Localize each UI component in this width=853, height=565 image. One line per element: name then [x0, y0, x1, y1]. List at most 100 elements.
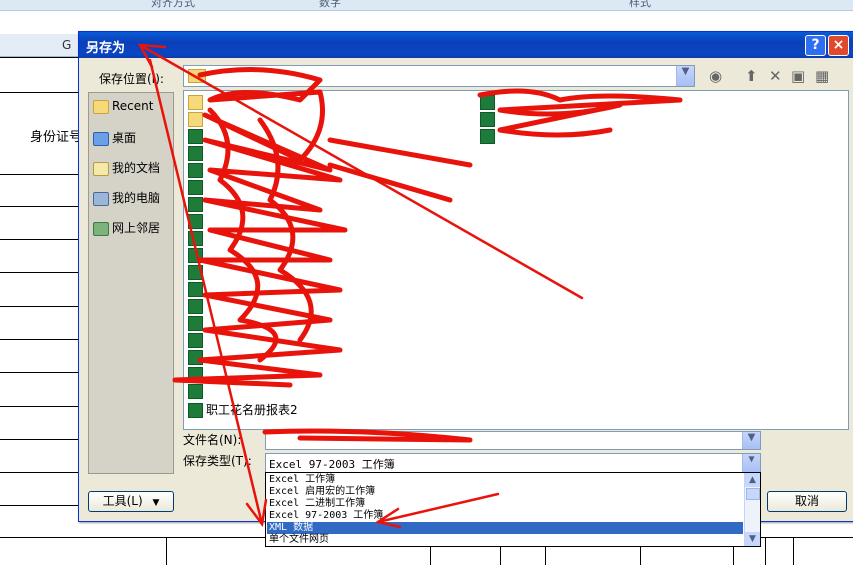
- table-cell-border: [793, 538, 794, 565]
- up-folder-icon[interactable]: ⬆: [745, 67, 758, 85]
- file-item[interactable]: [188, 350, 206, 366]
- file-item[interactable]: [188, 299, 206, 315]
- place-recent[interactable]: Recent: [93, 99, 173, 119]
- file-item[interactable]: [188, 248, 206, 264]
- cancel-button[interactable]: 取消: [767, 491, 847, 512]
- file-item[interactable]: [188, 367, 206, 383]
- file-type-value: Excel 97-2003 工作簿: [269, 458, 395, 471]
- file-type-option[interactable]: 单个文件网页: [267, 534, 743, 546]
- place-label: 网上邻居: [112, 221, 161, 235]
- grid-line: [0, 439, 78, 440]
- file-type-label: 保存类型(T):: [183, 454, 252, 468]
- file-item[interactable]: [188, 214, 206, 230]
- desktop-icon: [93, 131, 109, 146]
- column-header-g[interactable]: G: [62, 38, 71, 52]
- save-in-combo[interactable]: ▼: [183, 65, 695, 87]
- file-item[interactable]: [188, 316, 206, 332]
- file-type-option-selected[interactable]: XML 数据: [267, 522, 743, 534]
- file-type-option[interactable]: Excel 工作簿: [267, 474, 743, 486]
- file-item[interactable]: [188, 197, 206, 213]
- file-name-label: 文件名(N):: [183, 433, 242, 447]
- place-desktop[interactable]: 桌面: [93, 129, 173, 149]
- file-item[interactable]: [188, 231, 206, 247]
- grid-line: [0, 92, 78, 93]
- network-icon: [93, 221, 109, 236]
- excel-file-icon: [188, 163, 203, 178]
- cell-id-number-header[interactable]: 身份证号: [30, 126, 82, 145]
- chevron-down-icon[interactable]: ▼: [742, 454, 760, 472]
- grid-line: [0, 339, 78, 340]
- place-network[interactable]: 网上邻居: [93, 219, 173, 239]
- file-item[interactable]: [188, 282, 206, 298]
- dialog-titlebar[interactable]: 另存为 ? ×: [79, 32, 853, 58]
- grid-line: [0, 505, 78, 506]
- place-label: 我的电脑: [112, 191, 161, 205]
- file-list[interactable]: 职工花名册报表2: [183, 90, 849, 430]
- file-item[interactable]: [480, 95, 498, 111]
- excel-file-icon: [188, 384, 203, 399]
- folder-icon: [188, 112, 203, 127]
- file-item[interactable]: 职工花名册报表2: [188, 401, 298, 418]
- excel-file-icon: [188, 316, 203, 331]
- excel-file-icon: [188, 367, 203, 382]
- tools-label: 工具(L): [102, 494, 143, 508]
- dropdown-scrollbar[interactable]: ▲ ▼: [744, 473, 760, 546]
- file-item[interactable]: [188, 384, 206, 400]
- file-item[interactable]: [188, 112, 206, 128]
- grid-line: [0, 239, 78, 240]
- tools-button[interactable]: 工具(L) ▼: [88, 491, 174, 512]
- new-folder-icon[interactable]: ▣: [791, 67, 805, 85]
- grid-line: [0, 306, 78, 307]
- file-item[interactable]: [188, 333, 206, 349]
- file-item[interactable]: [188, 129, 206, 145]
- table-cell-border: [765, 538, 766, 565]
- back-icon[interactable]: ◉: [709, 67, 722, 85]
- grid-line: [0, 206, 78, 207]
- place-my-documents[interactable]: 我的文档: [93, 159, 173, 179]
- file-item[interactable]: [188, 163, 206, 179]
- dialog-title: 另存为: [86, 41, 126, 56]
- save-as-dialog: 另存为 ? × 保存位置(I): ▼ ◉ ⬆ ✕ ▣ ▦ Recent 桌面 我…: [78, 31, 853, 547]
- folder-icon: [188, 69, 206, 83]
- ribbon-group-alignment: 对齐方式: [151, 0, 195, 9]
- place-label: 我的文档: [112, 161, 161, 175]
- grid-line: [0, 472, 78, 473]
- scroll-thumb[interactable]: [746, 488, 760, 500]
- excel-file-icon: [480, 129, 495, 144]
- file-type-option[interactable]: Excel 97-2003 工作簿: [267, 510, 743, 522]
- file-item[interactable]: [188, 180, 206, 196]
- folder-icon: [188, 95, 203, 110]
- close-button[interactable]: ×: [828, 35, 849, 56]
- grid-line: [0, 57, 78, 58]
- grid-line: [0, 372, 78, 373]
- scroll-down-icon[interactable]: ▼: [745, 532, 760, 546]
- file-item[interactable]: [480, 112, 498, 128]
- excel-file-icon: [188, 231, 203, 246]
- file-type-select[interactable]: Excel 97-2003 工作簿 ▼: [265, 453, 761, 473]
- scroll-up-icon[interactable]: ▲: [745, 473, 760, 487]
- file-type-option[interactable]: Excel 启用宏的工作簿: [267, 486, 743, 498]
- chevron-down-icon: ▼: [152, 498, 160, 508]
- chevron-down-icon[interactable]: ▼: [742, 432, 760, 449]
- file-item[interactable]: [188, 95, 206, 111]
- place-my-computer[interactable]: 我的电脑: [93, 189, 173, 209]
- views-icon[interactable]: ▦: [815, 67, 829, 85]
- excel-file-icon: [188, 333, 203, 348]
- file-item-label: 职工花名册报表2: [206, 403, 298, 417]
- file-name-input[interactable]: ▼: [265, 431, 761, 450]
- file-item[interactable]: [188, 265, 206, 281]
- excel-file-icon: [188, 146, 203, 161]
- help-button[interactable]: ?: [805, 35, 826, 56]
- excel-file-icon: [188, 350, 203, 365]
- chevron-down-icon[interactable]: ▼: [676, 66, 694, 86]
- file-type-option[interactable]: Excel 二进制工作簿: [267, 498, 743, 510]
- file-item[interactable]: [188, 146, 206, 162]
- place-label: Recent: [112, 99, 154, 113]
- excel-file-icon: [480, 112, 495, 127]
- delete-icon[interactable]: ✕: [769, 67, 782, 85]
- ribbon-group-styles: 样式: [629, 0, 651, 9]
- file-type-dropdown: Excel 工作簿 Excel 启用宏的工作簿 Excel 二进制工作簿 Exc…: [265, 472, 761, 547]
- grid-line: [0, 406, 78, 407]
- file-item[interactable]: [480, 129, 498, 145]
- excel-file-icon: [188, 299, 203, 314]
